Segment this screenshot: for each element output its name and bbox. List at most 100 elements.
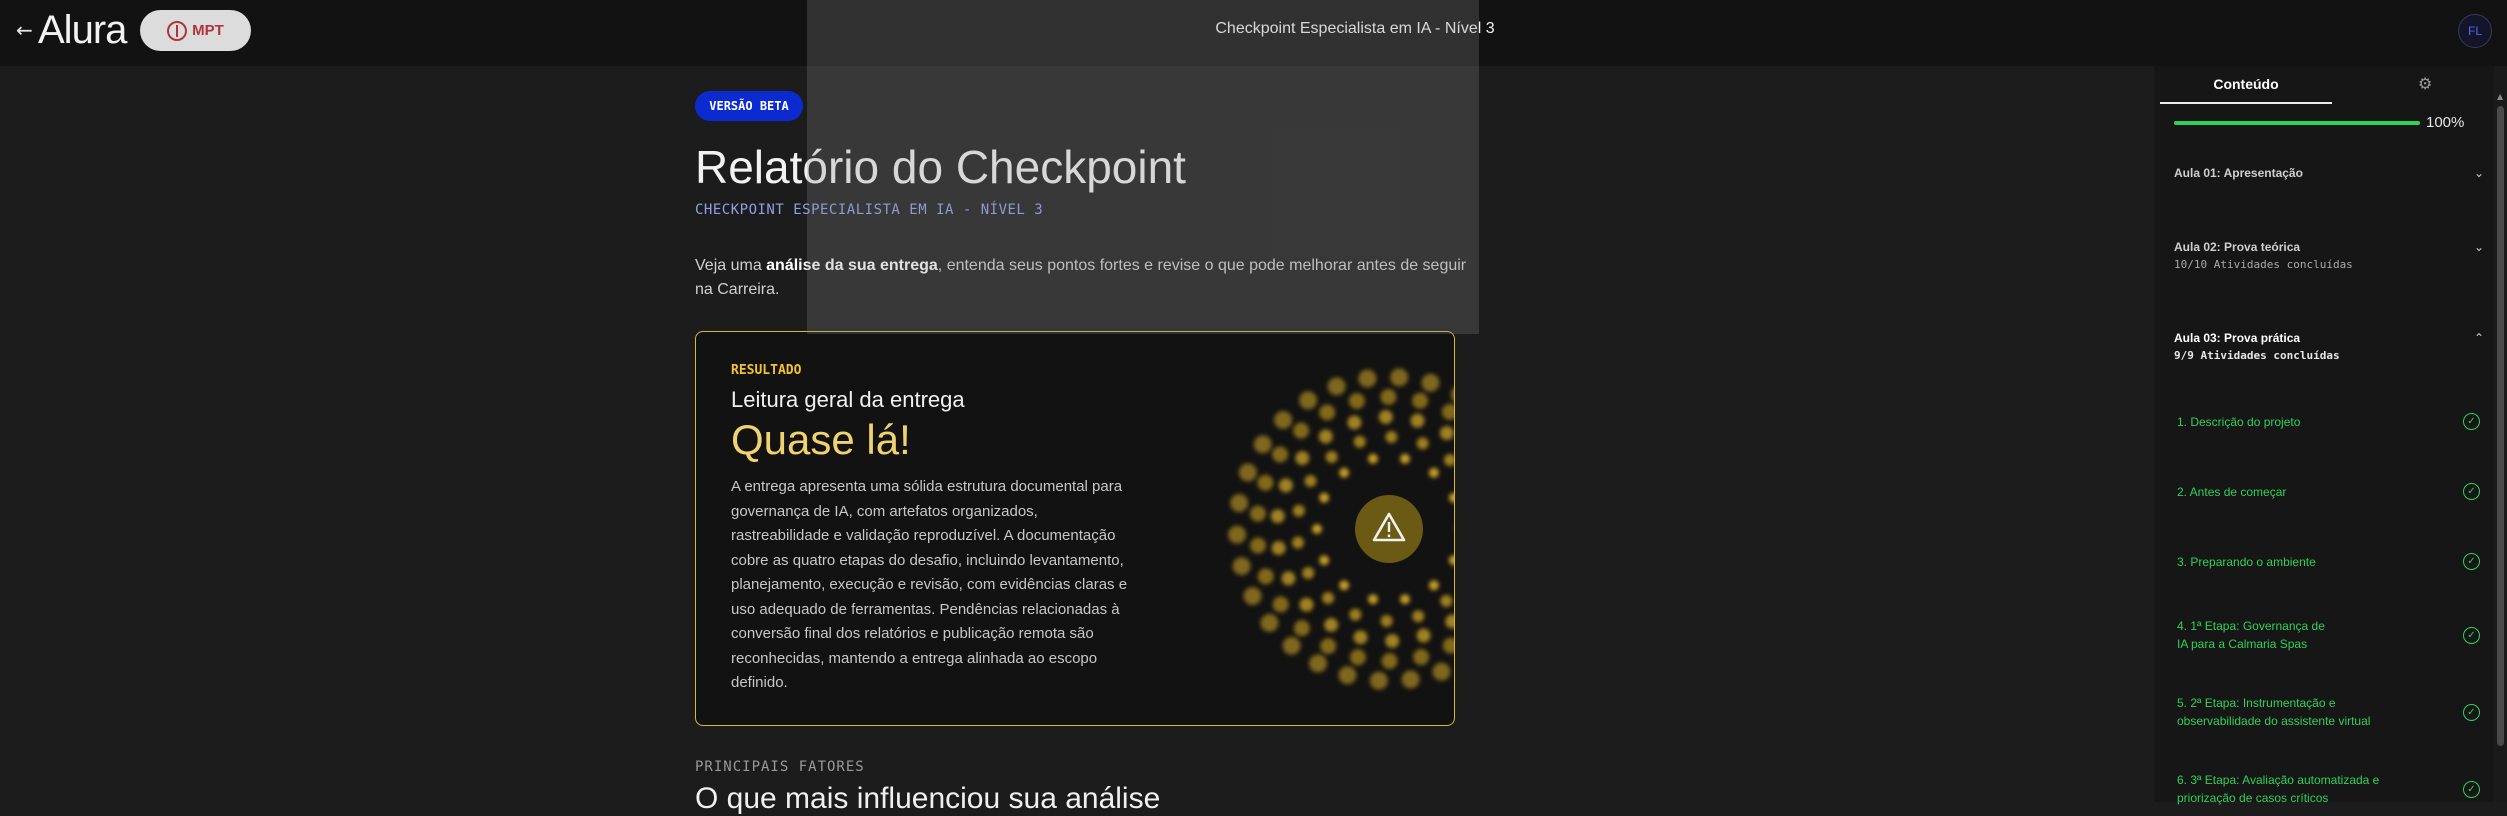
decorative-dot — [1295, 451, 1310, 466]
avatar[interactable]: FL — [2458, 14, 2492, 48]
decorative-dot — [1367, 453, 1378, 464]
decorative-dot — [1390, 368, 1409, 387]
chevron-down-icon[interactable]: ⌄ — [2474, 166, 2484, 180]
decorative-dot — [1380, 389, 1397, 406]
decorative-dot — [1250, 537, 1267, 554]
course-title: Checkpoint Especialista em IA - Nível 3 — [1215, 20, 1495, 37]
result-description: A entrega apresenta uma sólida estrutura… — [731, 478, 1128, 691]
decorative-dot — [1304, 474, 1317, 487]
lesson-02[interactable]: Aula 02: Prova teórica 10/10 Atividades … — [2174, 240, 2484, 271]
chevron-up-icon[interactable]: ⌃ — [2474, 331, 2484, 345]
page-subtitle: CHECKPOINT ESPECIALISTA EM IA - NÍVEL 3 — [695, 202, 1044, 218]
activity-item[interactable]: 5. 2ª Etapa: Instrumentação e observabil… — [2177, 694, 2480, 730]
decorative-dot — [1292, 504, 1305, 517]
course-progress-text: 100% — [2426, 114, 2465, 131]
activity-label: 3. Preparando o ambiente — [2177, 555, 2316, 569]
decorative-dot — [1445, 614, 1454, 629]
intro-bold: análise da sua entrega — [766, 257, 938, 274]
intro-text: Veja uma análise da sua entrega, entenda… — [695, 254, 1475, 302]
decorative-dot — [1353, 435, 1366, 448]
gear-icon[interactable]: ⚙ — [2418, 74, 2432, 93]
activity-item[interactable]: 3. Preparando o ambiente ✓ — [2177, 553, 2480, 571]
decorative-dot — [1324, 617, 1339, 632]
decorative-dot — [1292, 536, 1305, 549]
result-status: Quase lá! — [731, 416, 911, 463]
decorative-dot — [1257, 568, 1274, 585]
decorative-dot — [1442, 637, 1454, 654]
scroll-thumb[interactable] — [2497, 106, 2504, 746]
decorative-dot — [1401, 670, 1420, 689]
decorative-dot — [1353, 630, 1368, 645]
activity-label: 1. Descrição do projeto — [2177, 415, 2301, 429]
decorative-dot — [1440, 594, 1453, 607]
decorative-dot — [1272, 446, 1289, 463]
decorative-dot — [1349, 649, 1366, 666]
sidebar-scrollbar[interactable]: ▲ — [2494, 66, 2507, 802]
decorative-dot — [1274, 410, 1293, 429]
decorative-dot — [1412, 610, 1425, 623]
lesson-progress: 9/9 Atividades concluídas — [2174, 349, 2340, 362]
lesson-progress: 10/10 Atividades concluídas — [2174, 258, 2353, 271]
lesson-03[interactable]: Aula 03: Prova prática 9/9 Atividades co… — [2174, 331, 2484, 362]
decorative-dot — [1282, 636, 1301, 655]
decorative-dot — [1257, 474, 1274, 491]
decorative-dot — [1410, 413, 1425, 428]
decorative-dot — [1339, 580, 1350, 591]
decorative-dot — [1272, 596, 1289, 613]
decorative-dot — [1385, 431, 1398, 444]
decorative-dot — [1249, 505, 1266, 522]
decorative-dot — [1293, 422, 1310, 439]
decorative-dot — [1380, 614, 1393, 627]
decorative-dot — [1439, 426, 1454, 441]
arrow-left-icon[interactable]: ← — [16, 18, 33, 42]
decorative-dot — [1325, 451, 1338, 464]
lesson-title: Aula 03: Prova prática — [2174, 331, 2301, 345]
decorative-dot — [1281, 571, 1296, 586]
decorative-dot — [1319, 492, 1330, 503]
decorative-dot — [1448, 492, 1454, 503]
decorative-dot — [1271, 541, 1286, 556]
decorative-dot — [1243, 587, 1262, 606]
decorative-dot — [1302, 566, 1315, 579]
partner-badge[interactable]: MPT — [140, 10, 251, 51]
result-label: RESULTADO — [731, 363, 802, 378]
course-sidebar: Conteúdo ⚙ 100% Aula 01: Apresentação ⌄ … — [2154, 66, 2507, 805]
decorative-dot — [1312, 524, 1322, 534]
intro-prefix: Veja uma — [695, 257, 767, 274]
decorative-dot — [1270, 509, 1285, 524]
alura-logo[interactable]: Alura — [38, 8, 127, 53]
check-circle-icon: ✓ — [2463, 413, 2480, 430]
decorative-dot — [1441, 403, 1454, 420]
decorative-dot — [1349, 608, 1362, 621]
decorative-dot — [1299, 597, 1314, 612]
activity-item[interactable]: 4. 1ª Etapa: Governança de IA para a Cal… — [2177, 617, 2480, 653]
lesson-01[interactable]: Aula 01: Apresentação ⌄ — [2174, 166, 2484, 180]
decorative-dot — [1299, 391, 1318, 410]
result-heading: Leitura geral da entrega — [731, 387, 965, 412]
decorative-dot — [1412, 392, 1429, 409]
lesson-title: Aula 02: Prova teórica — [2174, 240, 2301, 254]
check-circle-icon: ✓ — [2463, 483, 2480, 500]
tab-content[interactable]: Conteúdo — [2160, 66, 2332, 104]
course-progress-fill — [2174, 121, 2420, 125]
decorative-dot — [1320, 638, 1337, 655]
decorative-dot — [1238, 463, 1257, 482]
partner-logo-icon — [167, 20, 188, 41]
chevron-down-icon[interactable]: ⌄ — [2474, 240, 2484, 254]
decorative-dot — [1428, 467, 1439, 478]
decorative-dot — [1450, 387, 1454, 402]
scroll-up-icon[interactable]: ▲ — [2497, 92, 2503, 101]
decorative-dot — [1378, 410, 1393, 425]
decorative-dot — [1400, 453, 1411, 464]
decorative-dot — [1327, 377, 1346, 396]
decorative-dot — [1338, 666, 1357, 685]
decorative-dot — [1369, 671, 1388, 690]
partner-label: MPT — [192, 22, 224, 39]
activity-item[interactable]: 1. Descrição do projeto ✓ — [2177, 413, 2480, 431]
decorative-dot — [1309, 654, 1328, 673]
decorative-dot — [1260, 613, 1279, 632]
top-bar: ← Alura MPT Checkpoint Especialista em I… — [0, 0, 2507, 66]
activity-label: 2. Antes de começar — [2177, 485, 2287, 499]
activity-item[interactable]: 2. Antes de começar ✓ — [2177, 483, 2480, 501]
decorative-dot — [1367, 594, 1378, 605]
